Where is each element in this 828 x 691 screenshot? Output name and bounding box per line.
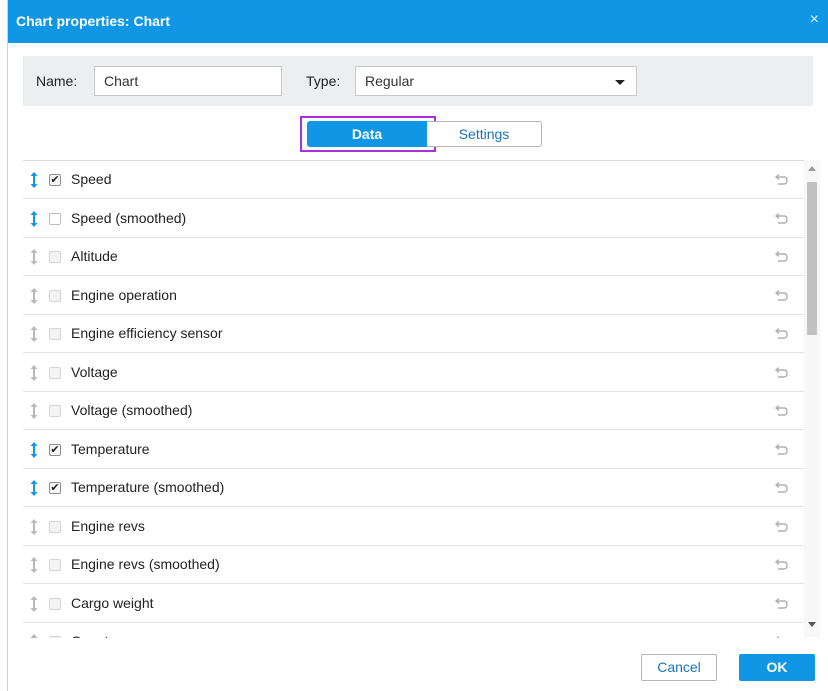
cancel-button[interactable]: Cancel	[641, 654, 717, 681]
series-checkbox[interactable]: ✔	[49, 174, 61, 186]
list-item[interactable]: Voltage	[23, 354, 804, 392]
list-item[interactable]: ✔ Temperature (smoothed)	[23, 469, 804, 507]
series-checkbox[interactable]	[49, 405, 61, 417]
list-item[interactable]: Altitude	[23, 238, 804, 276]
list-item[interactable]: Engine efficiency sensor	[23, 315, 804, 353]
series-checkbox[interactable]	[49, 289, 61, 302]
series-checkbox[interactable]	[49, 636, 61, 638]
tab-settings[interactable]: Settings	[427, 121, 542, 147]
drag-handle-icon[interactable]	[29, 325, 39, 343]
type-select[interactable]: Regular	[355, 66, 637, 96]
drag-handle-icon[interactable]	[29, 364, 39, 382]
drag-handle-icon[interactable]	[29, 633, 39, 638]
reset-icon[interactable]	[773, 326, 789, 342]
series-label: Temperature (smoothed)	[71, 479, 225, 495]
series-label: Speed	[71, 171, 112, 187]
series-checkbox[interactable]: ✔	[49, 443, 61, 456]
series-label: Speed (smoothed)	[71, 209, 187, 226]
series-checkbox[interactable]	[49, 597, 61, 610]
series-label: Cargo weight	[71, 594, 154, 611]
list-item[interactable]: ✔ Speed	[23, 161, 804, 199]
series-checkbox[interactable]	[49, 328, 61, 340]
series-checkbox[interactable]	[49, 366, 61, 379]
checkmark-icon: ✔	[50, 482, 60, 494]
reset-icon[interactable]	[773, 480, 789, 496]
reset-icon[interactable]	[773, 596, 789, 612]
series-checkbox[interactable]	[49, 251, 61, 263]
list-item[interactable]: Engine revs (smoothed)	[23, 546, 804, 584]
scrollbar-thumb[interactable]	[807, 182, 817, 335]
chevron-down-icon	[615, 80, 625, 85]
drag-handle-icon[interactable]	[29, 556, 39, 574]
ok-button[interactable]: OK	[739, 654, 815, 681]
checkmark-icon: ✔	[50, 174, 60, 186]
drag-handle-icon[interactable]	[29, 287, 39, 305]
reset-icon[interactable]	[773, 403, 789, 419]
reset-icon[interactable]	[773, 288, 789, 304]
series-checkbox[interactable]: ✔	[49, 482, 61, 494]
list-item[interactable]: Engine operation	[23, 277, 804, 315]
name-label: Name:	[36, 73, 78, 89]
list-item[interactable]: Counter sensors	[23, 623, 804, 638]
close-icon[interactable]: ×	[810, 11, 819, 29]
list-scrollbar[interactable]	[804, 160, 820, 637]
series-label: Counter sensors	[71, 633, 174, 638]
series-label: Altitude	[71, 248, 118, 264]
series-label: Engine revs	[71, 517, 145, 534]
series-checkbox[interactable]	[49, 520, 61, 533]
checkmark-icon: ✔	[50, 443, 60, 456]
series-checkbox[interactable]	[49, 212, 61, 225]
reset-icon[interactable]	[773, 519, 789, 535]
reset-icon[interactable]	[773, 634, 789, 638]
series-label: Voltage (smoothed)	[71, 402, 193, 418]
list-item[interactable]: ✔ Temperature	[23, 431, 804, 469]
data-series-list: ✔ Speed Speed (smoothed) Altitude Engine ope…	[23, 160, 804, 638]
type-label: Type:	[306, 73, 341, 89]
reset-icon[interactable]	[773, 172, 789, 188]
drag-handle-icon[interactable]	[29, 518, 39, 536]
reset-icon[interactable]	[773, 365, 789, 381]
name-type-bar: Name: Chart Type: Regular	[23, 56, 813, 106]
chart-properties-dialog: Chart properties: Chart × Name: Chart Ty…	[7, 0, 828, 691]
drag-handle-icon[interactable]	[29, 595, 39, 613]
scroll-up-icon[interactable]	[808, 166, 816, 171]
reset-icon[interactable]	[773, 249, 789, 265]
dialog-title: Chart properties: Chart	[16, 13, 171, 29]
drag-handle-icon[interactable]	[29, 479, 39, 497]
reset-icon[interactable]	[773, 211, 789, 227]
tab-data[interactable]: Data	[307, 121, 427, 147]
drag-handle-icon[interactable]	[29, 402, 39, 420]
series-checkbox[interactable]	[49, 559, 61, 571]
drag-handle-icon[interactable]	[29, 441, 39, 459]
list-item[interactable]: Speed (smoothed)	[23, 200, 804, 238]
series-label: Temperature	[71, 440, 150, 457]
list-item[interactable]: Voltage (smoothed)	[23, 392, 804, 430]
drag-handle-icon[interactable]	[29, 248, 39, 266]
series-label: Voltage	[71, 363, 118, 380]
list-item[interactable]: Cargo weight	[23, 585, 804, 623]
reset-icon[interactable]	[773, 442, 789, 458]
series-label: Engine operation	[71, 286, 177, 303]
type-select-value: Regular	[365, 73, 415, 89]
dialog-titlebar: Chart properties: Chart ×	[8, 0, 828, 43]
reset-icon[interactable]	[773, 557, 789, 573]
list-item[interactable]: Engine revs	[23, 508, 804, 546]
name-input[interactable]: Chart	[94, 66, 282, 96]
name-input-value: Chart	[104, 73, 139, 89]
drag-handle-icon[interactable]	[29, 171, 39, 189]
series-label: Engine efficiency sensor	[71, 325, 223, 341]
drag-handle-icon[interactable]	[29, 210, 39, 228]
scroll-down-icon[interactable]	[808, 622, 816, 627]
series-label: Engine revs (smoothed)	[71, 556, 220, 572]
